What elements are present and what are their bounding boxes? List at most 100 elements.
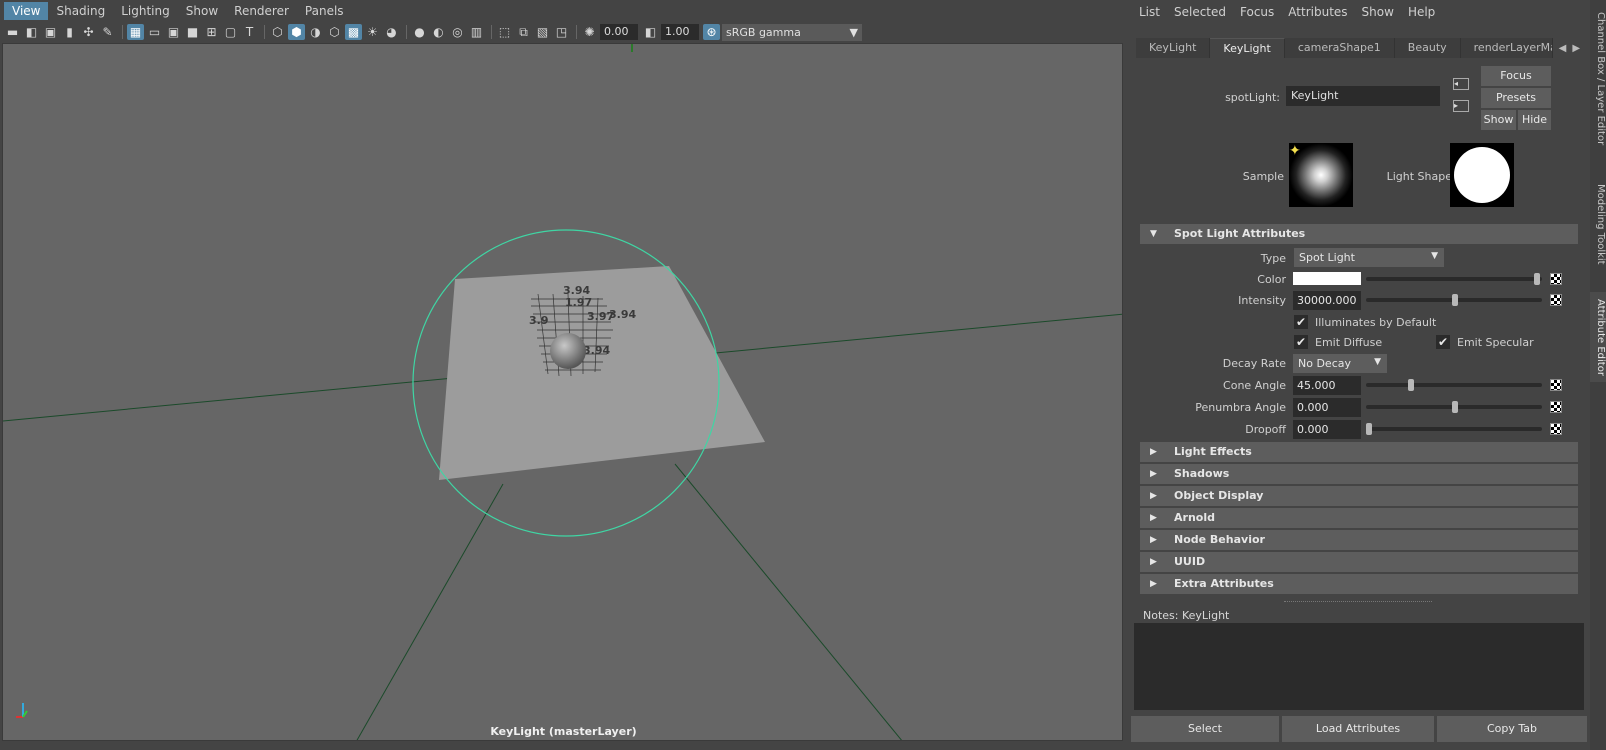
safe-action-icon[interactable]: ▢ xyxy=(222,24,239,40)
chevron-right-icon[interactable]: ▶ xyxy=(1572,43,1580,54)
slider-handle[interactable] xyxy=(1452,294,1458,306)
chevron-left-icon[interactable]: ◀ xyxy=(1559,43,1567,54)
gamma-icon[interactable]: ◧ xyxy=(642,24,659,40)
wireframe-on-shaded-icon[interactable]: ◑ xyxy=(307,24,324,40)
focus-button[interactable]: Focus xyxy=(1481,66,1551,86)
hide-button[interactable]: Hide xyxy=(1518,110,1551,130)
film-gate-icon[interactable]: ▭ xyxy=(146,24,163,40)
tab-beauty[interactable]: Beauty xyxy=(1394,38,1461,58)
arnold-header[interactable]: ▶ Arnold xyxy=(1140,508,1578,528)
penumbra-angle-slider[interactable] xyxy=(1366,401,1542,413)
exposure-icon[interactable]: ✺ xyxy=(581,24,598,40)
spot-light-attributes-header[interactable]: ▼ Spot Light Attributes xyxy=(1140,224,1578,244)
field-chart-icon[interactable]: ⊞ xyxy=(203,24,220,40)
emit-diffuse-checkbox[interactable]: ✔ xyxy=(1294,335,1308,349)
isolate-select-icon[interactable]: ⬚ xyxy=(496,24,513,40)
focus-output-icon[interactable]: ▸ xyxy=(1453,100,1469,112)
cone-angle-slider[interactable] xyxy=(1366,379,1542,391)
copy-tab-button[interactable]: Copy Tab xyxy=(1437,716,1587,742)
safe-title-icon[interactable]: T xyxy=(241,24,258,40)
color-slider[interactable] xyxy=(1366,273,1542,285)
light-type-dropdown[interactable]: Spot Light ▼ xyxy=(1294,248,1444,267)
menu-show[interactable]: Show xyxy=(178,2,226,20)
two-d-pan-icon[interactable]: ✎ xyxy=(99,24,116,40)
tab-camerashape1[interactable]: cameraShape1 xyxy=(1284,38,1395,58)
wireframe-icon[interactable]: ⬡ xyxy=(269,24,286,40)
shadows-icon[interactable]: ◕ xyxy=(383,24,400,40)
slider-handle[interactable] xyxy=(1452,401,1458,413)
bookmark-icon[interactable]: ▮ xyxy=(61,24,78,40)
xray-joints-icon[interactable]: ⧉ xyxy=(515,24,532,40)
notes-splitter[interactable] xyxy=(1284,601,1432,602)
intensity-field[interactable]: 30000.000 xyxy=(1293,291,1361,310)
side-tab-modeling-toolkit[interactable]: Modeling Toolkit xyxy=(1590,178,1606,270)
use-all-lights-icon[interactable]: ☀ xyxy=(364,24,381,40)
ae-menu-help[interactable]: Help xyxy=(1401,3,1442,21)
sphere-object[interactable] xyxy=(550,333,586,369)
color-swatch[interactable] xyxy=(1293,272,1361,285)
tab-renderlayermanager[interactable]: renderLayerMan xyxy=(1460,38,1553,58)
slider-handle[interactable] xyxy=(1408,379,1414,391)
select-camera-icon[interactable]: ▬ xyxy=(4,24,21,40)
dropoff-field[interactable]: 0.000 xyxy=(1293,420,1361,439)
exposure-field[interactable]: 0.00 xyxy=(600,24,638,40)
ae-menu-selected[interactable]: Selected xyxy=(1167,3,1233,21)
xray-active-icon[interactable]: ▧ xyxy=(534,24,551,40)
tab-keylight-transform[interactable]: KeyLight xyxy=(1136,38,1211,58)
camera-attributes-icon[interactable]: ◧ xyxy=(23,24,40,40)
slider-handle[interactable] xyxy=(1366,423,1372,435)
backface-icon[interactable]: ◳ xyxy=(553,24,570,40)
ground-plane[interactable] xyxy=(439,266,765,480)
3d-viewport[interactable]: 3.94 1.97 3.9 3.97 3.94 3.94 KeyLight (m… xyxy=(2,43,1123,741)
emit-specular-checkbox[interactable]: ✔ xyxy=(1436,335,1450,349)
show-button[interactable]: Show xyxy=(1481,110,1516,130)
dropoff-slider[interactable] xyxy=(1366,423,1542,435)
gate-mask-icon[interactable]: ■ xyxy=(184,24,201,40)
illuminates-checkbox[interactable]: ✔ xyxy=(1294,315,1308,329)
gamma-field[interactable]: 1.00 xyxy=(661,24,699,40)
intensity-slider[interactable] xyxy=(1366,294,1542,306)
extra-attributes-header[interactable]: ▶ Extra Attributes xyxy=(1140,574,1578,594)
xray-icon[interactable]: ⬡ xyxy=(326,24,343,40)
select-button[interactable]: Select xyxy=(1131,716,1279,742)
ae-menu-attributes[interactable]: Attributes xyxy=(1281,3,1354,21)
presets-button[interactable]: Presets xyxy=(1481,88,1551,108)
menu-lighting[interactable]: Lighting xyxy=(113,2,178,20)
uuid-header[interactable]: ▶ UUID xyxy=(1140,552,1578,572)
menu-view[interactable]: View xyxy=(4,2,49,20)
side-tab-channel-box[interactable]: Channel Box / Layer Editor xyxy=(1590,4,1606,154)
ae-menu-focus[interactable]: Focus xyxy=(1233,3,1281,21)
node-name-field[interactable]: KeyLight xyxy=(1286,86,1440,106)
map-texture-icon[interactable] xyxy=(1550,379,1562,391)
load-attributes-button[interactable]: Load Attributes xyxy=(1282,716,1434,742)
textured-icon[interactable]: ▩ xyxy=(345,24,362,40)
cone-angle-field[interactable]: 45.000 xyxy=(1293,376,1361,395)
menu-renderer[interactable]: Renderer xyxy=(226,2,297,20)
slider-handle[interactable] xyxy=(1534,273,1540,285)
map-texture-icon[interactable] xyxy=(1550,423,1562,435)
menu-shading[interactable]: Shading xyxy=(48,2,113,20)
ae-menu-show[interactable]: Show xyxy=(1355,3,1401,21)
map-texture-icon[interactable] xyxy=(1550,273,1562,285)
color-management-icon[interactable]: ⊛ xyxy=(703,24,720,40)
ae-menu-list[interactable]: List xyxy=(1132,3,1167,21)
anti-aliasing-icon[interactable]: ◎ xyxy=(449,24,466,40)
grid-icon[interactable]: ▦ xyxy=(127,24,144,40)
tab-keylight-shape[interactable]: KeyLight xyxy=(1210,38,1285,58)
shadows-header[interactable]: ▶ Shadows xyxy=(1140,464,1578,484)
resolution-gate-icon[interactable]: ▣ xyxy=(165,24,182,40)
object-display-header[interactable]: ▶ Object Display xyxy=(1140,486,1578,506)
menu-panels[interactable]: Panels xyxy=(297,2,352,20)
ambient-occlusion-icon[interactable]: ● xyxy=(411,24,428,40)
penumbra-angle-field[interactable]: 0.000 xyxy=(1293,398,1361,417)
motion-blur-icon[interactable]: ◐ xyxy=(430,24,447,40)
bookmark-camera-icon[interactable]: ▣ xyxy=(42,24,59,40)
image-plane-icon[interactable]: ✣ xyxy=(80,24,97,40)
decay-rate-dropdown[interactable]: No Decay ▼ xyxy=(1293,354,1387,373)
side-tab-attribute-editor[interactable]: Attribute Editor xyxy=(1590,292,1606,382)
map-texture-icon[interactable] xyxy=(1550,294,1562,306)
focus-input-icon[interactable]: ◂ xyxy=(1453,78,1469,90)
depth-of-field-icon[interactable]: ▥ xyxy=(468,24,485,40)
smooth-shade-icon[interactable]: ⬢ xyxy=(288,24,305,40)
light-effects-header[interactable]: ▶ Light Effects xyxy=(1140,442,1578,462)
